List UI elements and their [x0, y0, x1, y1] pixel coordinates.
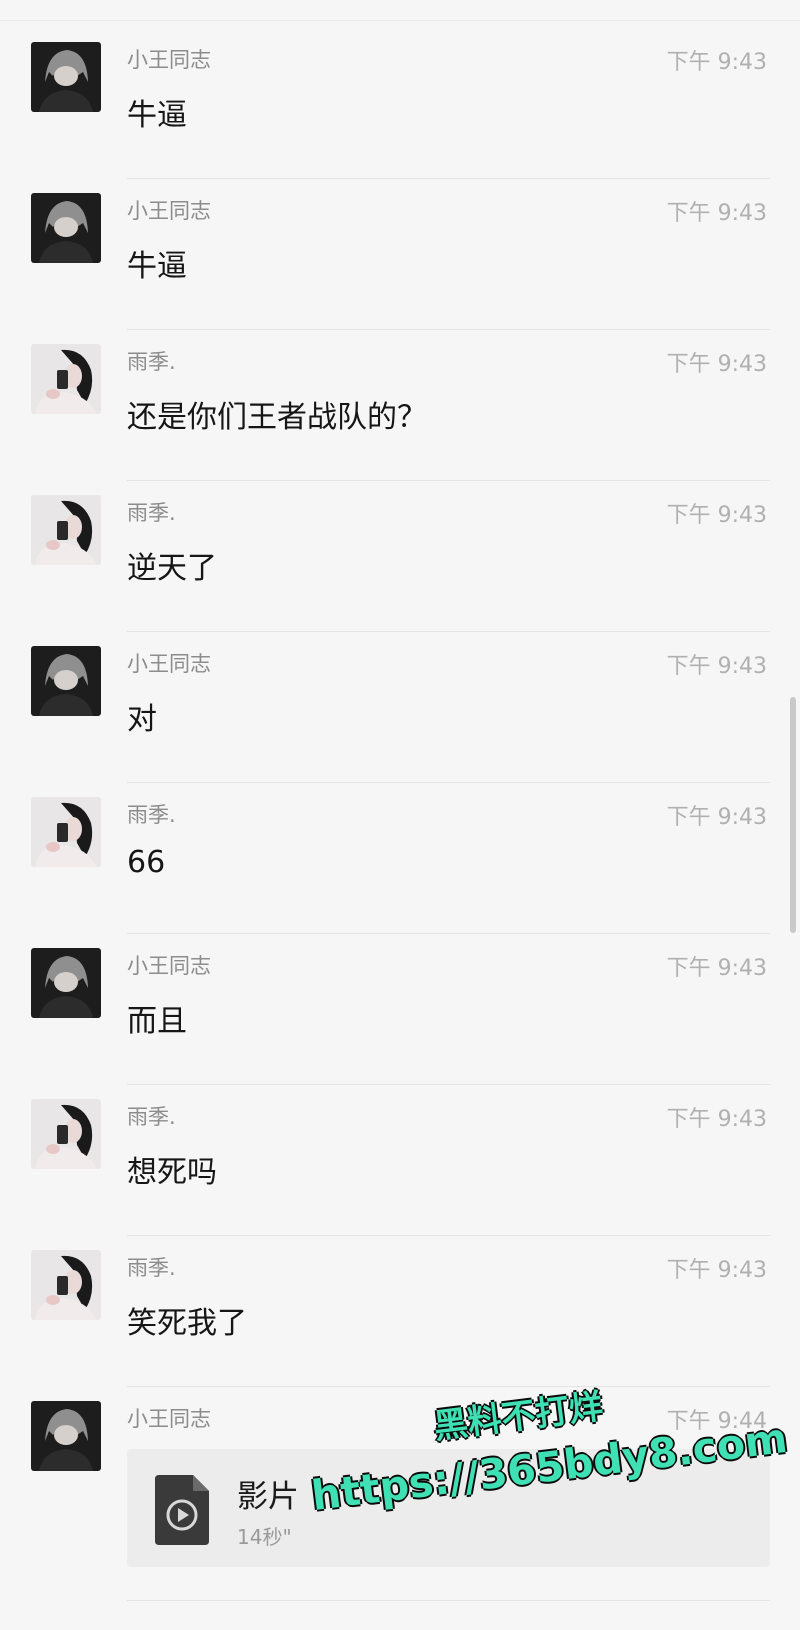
sender-name: 小王同志	[127, 954, 211, 978]
sender-name: 雨季.	[127, 803, 176, 827]
message-text[interactable]: 牛逼	[127, 90, 187, 134]
file-name: 影片	[237, 1479, 299, 1515]
avatar-yuji[interactable]	[31, 344, 101, 414]
sender-name: 小王同志	[127, 199, 211, 223]
sender-name: 小王同志	[127, 1407, 211, 1431]
avatar-xiaowang[interactable]	[31, 646, 101, 716]
sender-name: 小王同志	[127, 652, 211, 676]
avatar-yuji[interactable]	[31, 797, 101, 867]
sender-name: 雨季.	[127, 350, 176, 374]
avatar-xiaowang[interactable]	[31, 948, 101, 1018]
message-row[interactable]: 雨季. 下午 9:43 笑死我了	[0, 1236, 800, 1387]
sender-name: 小王同志	[127, 48, 211, 72]
scrollbar-thumb[interactable]	[790, 697, 796, 933]
sender-name: 雨季.	[127, 501, 176, 525]
file-duration: 14秒"	[237, 1525, 292, 1549]
message-text[interactable]: 牛逼	[127, 241, 187, 285]
sender-name: 雨季.	[127, 1256, 176, 1280]
message-row[interactable]: 小王同志 下午 9:43 牛逼	[0, 179, 800, 330]
avatar-yuji[interactable]	[31, 1250, 101, 1320]
message-row[interactable]: 雨季. 下午 9:43 逆天了	[0, 481, 800, 632]
message-text[interactable]: 66	[127, 845, 165, 880]
message-time: 下午 9:43	[666, 654, 767, 679]
file-message-row[interactable]: 小王同志 下午 9:44 影片 14秒"	[0, 1387, 800, 1607]
message-row[interactable]: 雨季. 下午 9:43 还是你们王者战队的？	[0, 330, 800, 481]
avatar-xiaowang[interactable]	[31, 193, 101, 263]
message-time: 下午 9:43	[666, 1107, 767, 1132]
message-row[interactable]: 小王同志 下午 9:43 而且	[0, 934, 800, 1085]
message-text[interactable]: 还是你们王者战队的？	[127, 392, 427, 436]
message-row[interactable]: 小王同志 下午 9:43 对	[0, 632, 800, 783]
message-text[interactable]: 而且	[127, 996, 187, 1040]
message-text[interactable]: 想死吗	[127, 1147, 217, 1191]
message-text[interactable]: 逆天了	[127, 543, 217, 587]
message-time: 下午 9:44	[666, 1409, 767, 1434]
avatar-yuji[interactable]	[31, 1099, 101, 1169]
message-time: 下午 9:43	[666, 956, 767, 981]
video-file-card[interactable]: 影片 14秒"	[127, 1449, 770, 1567]
avatar-xiaowang[interactable]	[31, 1401, 101, 1471]
sender-name: 雨季.	[127, 1105, 176, 1129]
message-time: 下午 9:43	[666, 1258, 767, 1283]
message-text[interactable]: 对	[127, 694, 157, 738]
message-time: 下午 9:43	[666, 352, 767, 377]
message-row[interactable]: 雨季. 下午 9:43 想死吗	[0, 1085, 800, 1236]
message-time: 下午 9:43	[666, 503, 767, 528]
message-row[interactable]: 雨季. 下午 9:43 66	[0, 783, 800, 934]
message-text[interactable]: 笑死我了	[127, 1298, 247, 1342]
message-time: 下午 9:43	[666, 805, 767, 830]
chat-message-list[interactable]: 小王同志 下午 9:43 牛逼 小王同志 下午 9:43 牛逼 雨季. 下午 9…	[0, 28, 800, 1607]
video-file-icon	[155, 1475, 209, 1545]
avatar-xiaowang[interactable]	[31, 42, 101, 112]
avatar-yuji[interactable]	[31, 495, 101, 565]
message-row[interactable]: 小王同志 下午 9:43 牛逼	[0, 28, 800, 179]
message-time: 下午 9:43	[666, 201, 767, 226]
bottom-divider	[127, 1600, 770, 1601]
top-divider	[0, 20, 800, 21]
message-time: 下午 9:43	[666, 50, 767, 75]
